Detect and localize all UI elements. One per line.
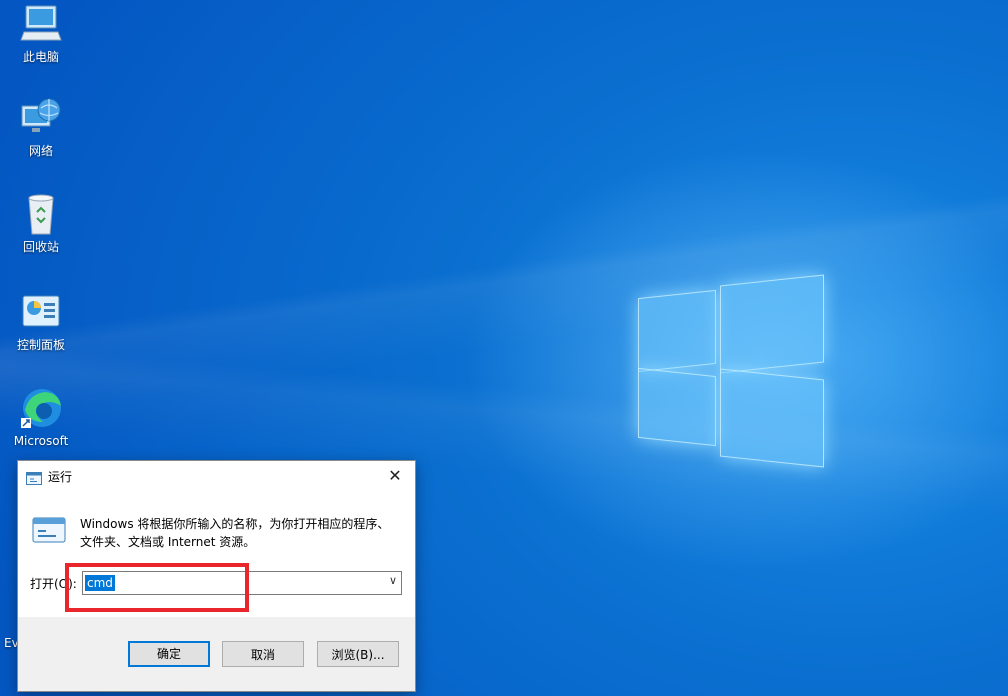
desktop-icon-label: 控制面板: [16, 338, 65, 352]
desktop-icon-network[interactable]: 网络: [8, 96, 74, 159]
dialog-title: 运行: [48, 470, 73, 484]
dialog-description: Windows 将根据你所输入的名称，为你打开相应的程序、文件夹、文档或 Int…: [80, 517, 390, 549]
desktop-icon-label: Microsoft: [13, 434, 69, 448]
desktop-icon-recycle-bin[interactable]: 回收站: [8, 192, 74, 255]
cancel-button[interactable]: 取消: [222, 641, 304, 667]
network-icon: [19, 96, 63, 140]
annotation-highlight-box: [65, 563, 249, 612]
dialog-titlebar[interactable]: 运行 ✕: [18, 461, 415, 491]
control-panel-icon: [19, 290, 63, 334]
desktop-icon-control-panel[interactable]: 控制面板: [8, 290, 74, 353]
desktop-icon-label: 回收站: [22, 240, 59, 254]
ok-button[interactable]: 确定: [128, 641, 210, 667]
desktop-icon-label: 网络: [28, 144, 53, 158]
edge-icon: [19, 386, 63, 430]
run-icon: [26, 470, 42, 485]
browse-button[interactable]: 浏览(B)...: [317, 641, 399, 667]
this-pc-icon: [19, 2, 63, 46]
desktop-icon-label: 此电脑: [22, 50, 59, 64]
recycle-bin-icon: [19, 192, 63, 236]
windows-logo: [636, 272, 826, 468]
chevron-down-icon[interactable]: ∨: [389, 574, 397, 587]
desktop-icon-this-pc[interactable]: 此电脑: [8, 2, 74, 65]
close-icon[interactable]: ✕: [375, 461, 415, 491]
run-program-icon: [32, 517, 66, 543]
desktop-icon-edge[interactable]: Microsoft: [8, 386, 74, 449]
